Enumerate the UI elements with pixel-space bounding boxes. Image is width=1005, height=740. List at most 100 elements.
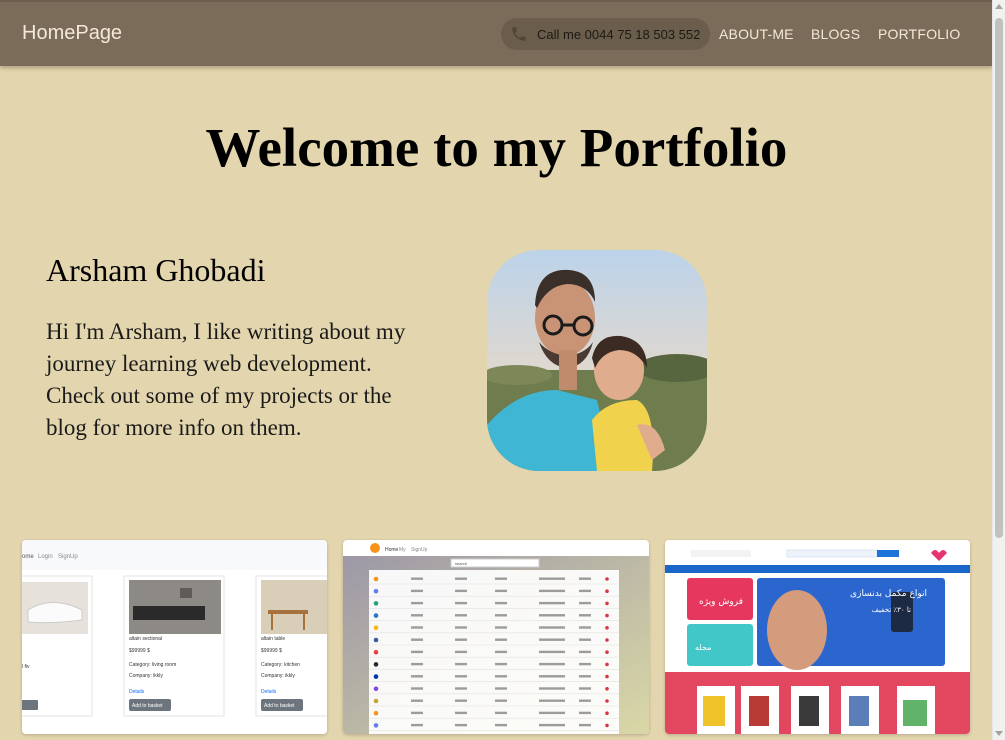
- delete-icon[interactable]: [605, 662, 609, 667]
- coin-icon: [373, 601, 379, 606]
- crypto-cell-placeholder: [495, 699, 507, 702]
- crypto-cell-placeholder: [579, 626, 591, 629]
- crypto-cell-placeholder: [579, 662, 591, 666]
- crypto-cell-placeholder: [495, 626, 507, 629]
- profile-photo: [487, 250, 707, 471]
- crypto-nav-my[interactable]: My: [399, 547, 406, 553]
- crypto-cell-placeholder: [455, 626, 467, 629]
- coin-icon: [373, 649, 379, 655]
- crypto-cell-placeholder: [579, 577, 591, 580]
- crypto-cell-placeholder: [579, 699, 591, 702]
- crypto-cell-placeholder: [411, 589, 423, 593]
- crypto-cell-placeholder: [411, 601, 423, 605]
- shop-product-details-2[interactable]: Details: [261, 689, 277, 695]
- page-scrollbar[interactable]: [992, 0, 1005, 740]
- coin-icon: [373, 674, 379, 679]
- project-card-supplement-store[interactable]: فروش ویژه مجله انواع مکمل بدنسازی تا ۳۰٪…: [665, 540, 970, 734]
- scroll-down-arrow-icon[interactable]: [995, 731, 1003, 736]
- crypto-cell-placeholder: [411, 723, 423, 727]
- crypto-cell-placeholder: [411, 638, 423, 641]
- crypto-cell-placeholder: [495, 614, 507, 617]
- page-title: Welcome to my Portfolio: [205, 117, 788, 178]
- shop-add-to-basket-label-1: Add to basket: [132, 703, 163, 709]
- shop-product-details-1[interactable]: Details: [129, 689, 145, 695]
- delete-icon[interactable]: [605, 577, 609, 581]
- crypto-cell-placeholder: [539, 711, 565, 715]
- nav-blogs-link[interactable]: BLOGS: [811, 26, 860, 42]
- crypto-search-placeholder: search: [455, 561, 467, 566]
- delete-icon[interactable]: [605, 674, 609, 679]
- brand-homepage-link[interactable]: HomePage: [22, 22, 122, 45]
- crypto-cell-placeholder: [539, 589, 565, 593]
- crypto-cell-placeholder: [411, 699, 423, 702]
- shop-product-title-1: altain sectional: [129, 636, 162, 642]
- crypto-cell-placeholder: [411, 711, 423, 715]
- crypto-cell-placeholder: [579, 589, 591, 593]
- project-card-furniture-shop[interactable]: ome Login SignUp l fiv altain sectional …: [22, 540, 327, 734]
- crypto-cell-placeholder: [411, 662, 423, 666]
- crypto-nav-home[interactable]: Home: [385, 547, 399, 553]
- delete-icon[interactable]: [605, 589, 609, 593]
- crypto-cell-placeholder: [411, 687, 423, 690]
- delete-icon[interactable]: [605, 626, 609, 630]
- project-card-crypto-table[interactable]: Home My SignUp search: [343, 540, 649, 734]
- phone-number-label: Call me 0044 75 18 503 552: [537, 26, 701, 42]
- delete-icon[interactable]: [605, 687, 609, 691]
- crypto-cell-placeholder: [539, 638, 565, 641]
- delete-icon[interactable]: [605, 711, 609, 715]
- crypto-cell-placeholder: [455, 601, 467, 605]
- crypto-cell-placeholder: [539, 662, 565, 666]
- crypto-cell-placeholder: [495, 577, 507, 580]
- crypto-cell-placeholder: [539, 675, 565, 678]
- shop-product-category-2: Category: kitchen: [261, 662, 300, 668]
- crypto-cell-placeholder: [455, 711, 467, 715]
- call-me-button[interactable]: Call me 0044 75 18 503 552: [501, 18, 710, 50]
- nav-portfolio-link[interactable]: PORTFOLIO: [878, 26, 960, 42]
- delete-icon[interactable]: [605, 638, 609, 642]
- crypto-cell-placeholder: [495, 711, 507, 715]
- delete-icon[interactable]: [605, 650, 609, 654]
- crypto-cell-placeholder: [455, 662, 467, 666]
- crypto-cell-placeholder: [455, 723, 467, 727]
- crypto-cell-placeholder: [539, 650, 565, 654]
- crypto-cell-placeholder: [579, 638, 591, 641]
- crypto-nav-signup[interactable]: SignUp: [411, 547, 428, 553]
- crypto-cell-placeholder: [495, 723, 507, 727]
- coin-icon: [373, 662, 379, 667]
- crypto-cell-placeholder: [539, 687, 565, 690]
- coin-icon: [373, 576, 379, 582]
- bitcoin-logo-icon: [370, 543, 380, 553]
- shop-nav-home[interactable]: ome: [22, 554, 34, 560]
- delete-icon[interactable]: [605, 723, 609, 728]
- crypto-cell-placeholder: [495, 601, 507, 605]
- crypto-cell-placeholder: [495, 650, 507, 654]
- crypto-cell-placeholder: [455, 687, 467, 690]
- coin-icon: [373, 710, 379, 716]
- shop-product-price-2: $99999 $: [261, 648, 282, 654]
- crypto-cell-placeholder: [495, 638, 507, 641]
- crypto-cell-placeholder: [579, 650, 591, 654]
- shop-product-company-1: Company: ikkly: [129, 673, 163, 679]
- delete-icon[interactable]: [605, 601, 609, 606]
- nav-about-me-link[interactable]: ABOUT-ME: [719, 26, 794, 42]
- shop-nav-signup[interactable]: SignUp: [58, 554, 78, 560]
- crypto-cell-placeholder: [539, 614, 565, 617]
- shop-product-category-1: Category: living room: [129, 662, 176, 668]
- crypto-cell-placeholder: [495, 662, 507, 666]
- navbar: HomePage Call me 0044 75 18 503 552 ABOU…: [0, 0, 993, 66]
- store-special-sale-badge: فروش ویژه: [699, 597, 743, 607]
- scroll-up-arrow-icon[interactable]: [995, 4, 1003, 9]
- coin-icon: [373, 723, 379, 728]
- store-side-banner-label: مجله: [695, 643, 711, 652]
- shop-nav-login[interactable]: Login: [38, 554, 53, 560]
- scrollbar-thumb[interactable]: [995, 18, 1003, 538]
- shop-add-to-basket-label-2: Add to basket: [264, 703, 295, 709]
- delete-icon[interactable]: [605, 699, 609, 703]
- crypto-cell-placeholder: [539, 626, 565, 629]
- coin-icon: [373, 613, 379, 618]
- shop-product-price-1: $99999 $: [129, 648, 150, 654]
- crypto-cell-placeholder: [455, 614, 467, 617]
- shop-partial-title: l fiv: [22, 664, 30, 670]
- delete-icon[interactable]: [605, 613, 609, 618]
- crypto-cell-placeholder: [455, 638, 467, 641]
